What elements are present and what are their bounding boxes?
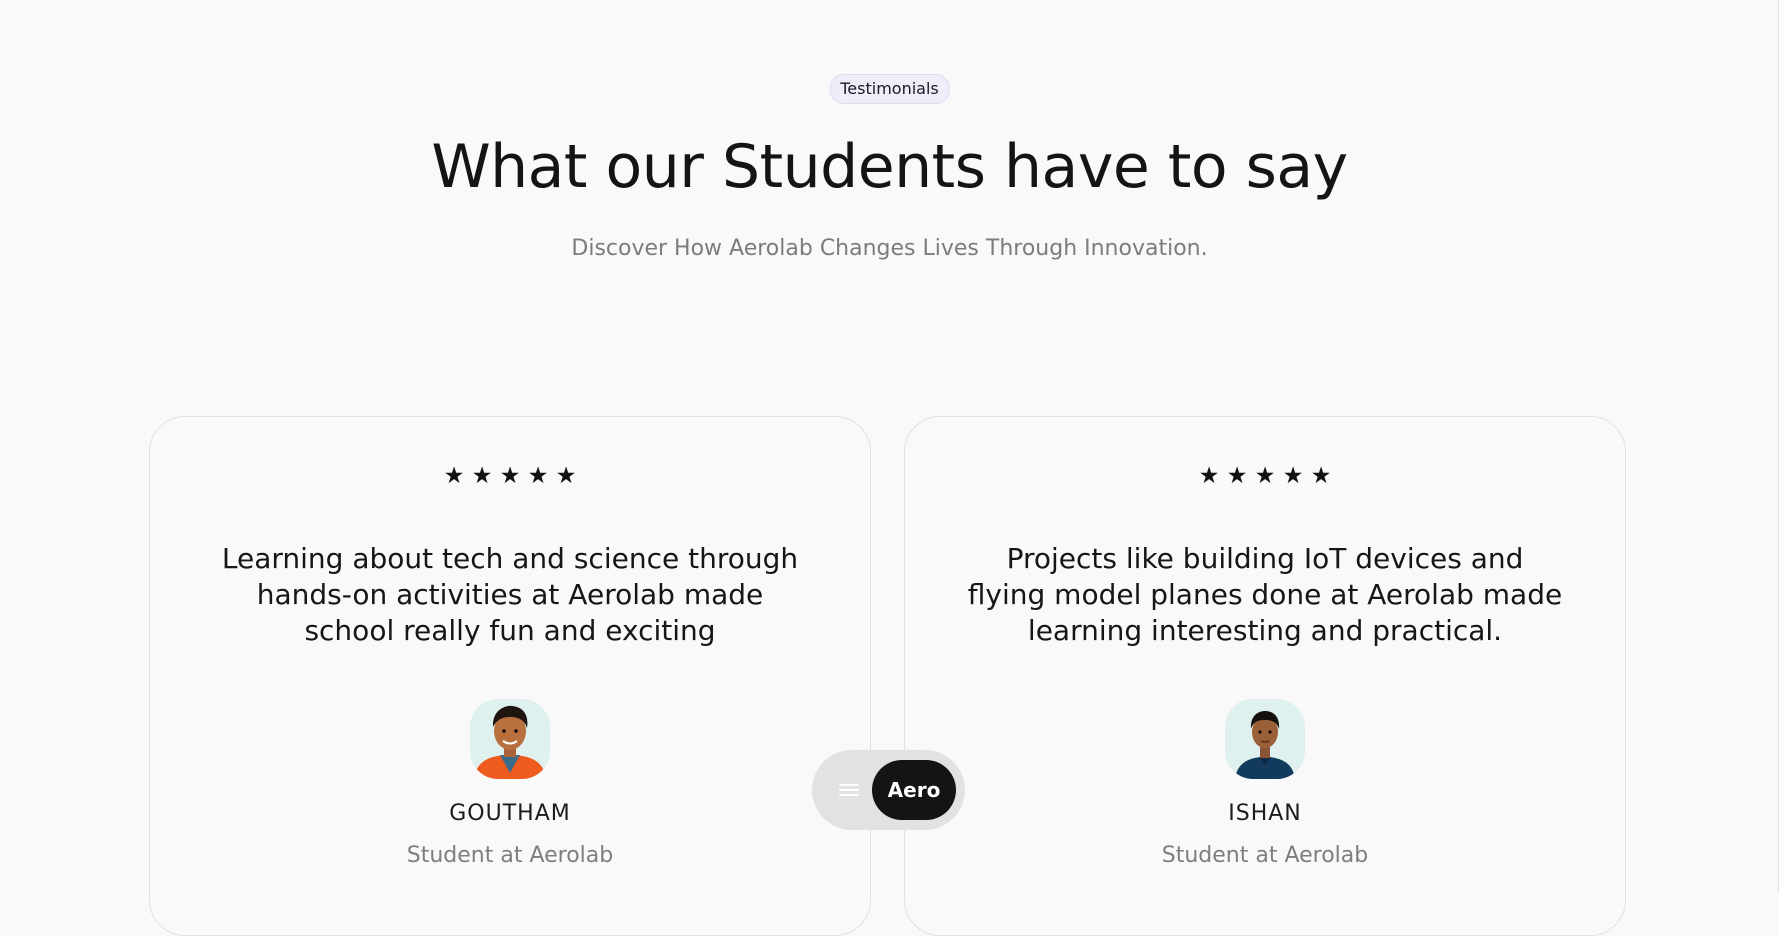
student-role: Student at Aerolab (406, 843, 614, 868)
section-title: What our Students have to say (431, 132, 1348, 202)
star-icon: ★ (1254, 463, 1276, 489)
student-name: ISHAN (1228, 801, 1302, 826)
testimonials-badge: Testimonials (829, 74, 950, 104)
rating-stars: ★ ★ ★ ★ ★ (905, 463, 1625, 489)
star-icon: ★ (471, 463, 493, 489)
rating-stars: ★ ★ ★ ★ ★ (150, 463, 870, 489)
brand-button[interactable]: Aero (872, 760, 956, 820)
student-role: Student at Aerolab (1161, 843, 1369, 868)
testimonials-section: Testimonials What our Students have to s… (0, 0, 1779, 936)
testimonial-card: ★ ★ ★ ★ ★ Learning about tech and science th… (149, 416, 871, 936)
star-icon: ★ (1310, 463, 1332, 489)
star-icon: ★ (1282, 463, 1304, 489)
section-subtitle: Discover How Aerolab Changes Lives Throu… (571, 236, 1208, 261)
student-name: GOUTHAM (449, 801, 571, 826)
testimonial-quote: Projects like building IoT devices and f… (967, 542, 1563, 647)
student-photo-goutham (470, 699, 550, 779)
avatar (470, 699, 550, 779)
star-icon: ★ (1198, 463, 1220, 489)
floating-nav: Aero (812, 750, 965, 830)
star-icon: ★ (555, 463, 577, 489)
avatar (1225, 699, 1305, 779)
star-icon: ★ (499, 463, 521, 489)
testimonial-quote: Learning about tech and science through … (221, 542, 799, 647)
star-icon: ★ (527, 463, 549, 489)
hamburger-menu-icon[interactable] (828, 770, 868, 810)
star-icon: ★ (1226, 463, 1248, 489)
star-icon: ★ (443, 463, 465, 489)
student-photo-ishan (1225, 699, 1305, 779)
testimonial-card: ★ ★ ★ ★ ★ Projects like building IoT devices… (904, 416, 1626, 936)
